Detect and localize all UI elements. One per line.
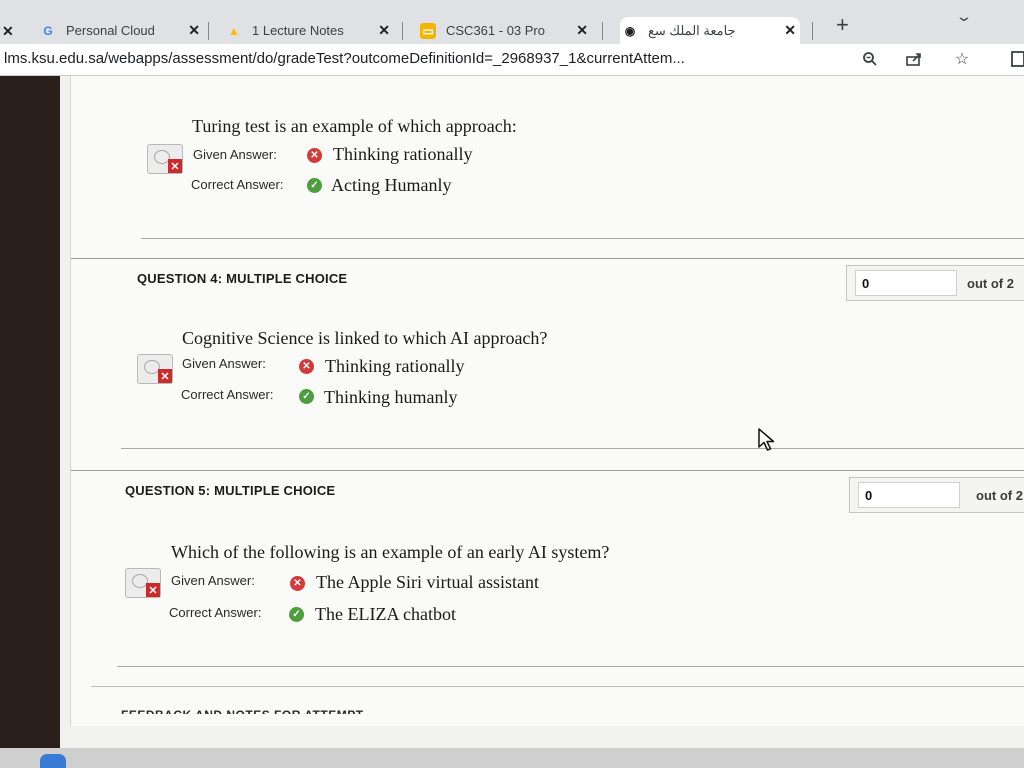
- wrong-icon: ✕: [299, 359, 314, 374]
- close-icon[interactable]: ✕: [784, 22, 796, 39]
- correct-answer-value: Acting Humanly: [331, 175, 452, 195]
- close-icon[interactable]: ✕: [378, 22, 390, 39]
- slides-icon: ▭: [420, 22, 436, 39]
- check-icon: ✓: [307, 178, 322, 193]
- tab-csc361[interactable]: ▭ CSC361 - 03 Pro ✕: [420, 17, 588, 44]
- tab-title: CSC361 - 03 Pro: [446, 23, 545, 38]
- tab-personal-cloud[interactable]: G Personal Cloud ✕: [40, 17, 200, 44]
- question-text: Cognitive Science is linked to which AI …: [182, 328, 548, 348]
- grade-content: Turing test is an example of which appro…: [70, 76, 1024, 726]
- question-header: QUESTION 5: MULTIPLE CHOICE 0 out of 2: [71, 470, 1024, 514]
- given-answer-value: Thinking rationally: [333, 144, 473, 164]
- assessment-page: Turing test is an example of which appro…: [60, 76, 1024, 748]
- incorrect-grade-icon: ✕: [147, 144, 183, 174]
- check-icon: ✓: [299, 389, 314, 404]
- score-box: 0 out of 2: [849, 477, 1024, 513]
- incorrect-grade-icon: ✕: [137, 354, 173, 384]
- question-label: QUESTION 5: MULTIPLE CHOICE: [125, 483, 336, 498]
- zoom-icon[interactable]: [860, 49, 880, 69]
- address-bar[interactable]: lms.ksu.edu.sa/webapps/assessment/do/gra…: [4, 50, 844, 67]
- question-label: QUESTION 4: MULTIPLE CHOICE: [137, 271, 348, 286]
- tab-lecture-notes[interactable]: ▲ 1 Lecture Notes ✕: [226, 17, 390, 44]
- question-text: Which of the following is an example of …: [171, 542, 610, 562]
- correct-answer-label: Correct Answer:: [181, 387, 274, 402]
- tab-title: Personal Cloud: [66, 23, 155, 38]
- mouse-cursor-icon: [757, 428, 777, 458]
- divider: [141, 238, 1024, 239]
- tab-title: جامعة الملك سع: [648, 22, 736, 38]
- tab-separator: [402, 22, 403, 40]
- address-toolbar: lms.ksu.edu.sa/webapps/assessment/do/gra…: [0, 44, 1024, 76]
- divider: [117, 666, 1024, 667]
- score-input[interactable]: 0: [858, 482, 960, 508]
- tab-ksu[interactable]: ◉ جامعة الملك سع ✕: [620, 17, 800, 44]
- drive-icon: ▲: [228, 23, 240, 38]
- chevron-down-icon[interactable]: ⌄: [955, 8, 973, 25]
- correct-answer-value: Thinking humanly: [324, 387, 458, 407]
- feedback-heading: FEEDBACK AND NOTES FOR ATTEMPT: [121, 708, 364, 714]
- correct-answer-label: Correct Answer:: [169, 605, 262, 620]
- x-mark-icon: ✕: [168, 159, 182, 173]
- x-mark-icon: ✕: [146, 583, 160, 597]
- given-answer-label: Given Answer:: [171, 573, 255, 588]
- score-out-of: out of 2: [967, 276, 1014, 291]
- tab-bar: ✕ G Personal Cloud ✕ ▲ 1 Lecture Notes ✕…: [0, 0, 1024, 44]
- question-header: QUESTION 4: MULTIPLE CHOICE 0 out of 2: [71, 258, 1024, 302]
- given-answer-label: Given Answer:: [193, 147, 277, 162]
- tab-separator: [812, 22, 813, 40]
- wrong-icon: ✕: [307, 148, 322, 163]
- close-icon[interactable]: ✕: [576, 22, 588, 39]
- google-icon: G: [43, 23, 53, 38]
- sidebar-icon[interactable]: [1008, 49, 1024, 69]
- star-icon[interactable]: ☆: [952, 49, 972, 69]
- close-icon[interactable]: ✕: [188, 22, 200, 39]
- url-path: /webapps/assessment/do/gradeTest?outcome…: [104, 50, 685, 67]
- divider: [121, 448, 1024, 449]
- incorrect-grade-icon: ✕: [125, 568, 161, 598]
- correct-answer-value: The ELIZA chatbot: [315, 604, 456, 624]
- x-mark-icon: ✕: [158, 369, 172, 383]
- url-host: lms.ksu.edu.sa: [4, 50, 105, 67]
- given-answer-value: The Apple Siri virtual assistant: [316, 572, 539, 592]
- new-tab-icon[interactable]: +: [836, 12, 849, 38]
- share-icon[interactable]: [904, 49, 924, 69]
- taskbar: [0, 748, 1024, 768]
- score-box: 0 out of 2: [846, 265, 1024, 301]
- score-input[interactable]: 0: [855, 270, 957, 296]
- given-answer-value: Thinking rationally: [325, 356, 465, 376]
- tab-separator: [208, 22, 209, 40]
- given-answer-label: Given Answer:: [182, 356, 266, 371]
- globe-icon: ◉: [624, 23, 636, 38]
- taskbar-app-icon[interactable]: [40, 754, 66, 768]
- divider: [91, 686, 1024, 687]
- tab-title: 1 Lecture Notes: [252, 23, 344, 38]
- wrong-icon: ✕: [290, 576, 305, 591]
- check-icon: ✓: [289, 607, 304, 622]
- correct-answer-label: Correct Answer:: [191, 177, 284, 192]
- question-text: Turing test is an example of which appro…: [192, 116, 517, 136]
- tab-separator: [602, 22, 603, 40]
- score-out-of: out of 2: [976, 488, 1023, 503]
- close-icon[interactable]: ✕: [2, 23, 14, 40]
